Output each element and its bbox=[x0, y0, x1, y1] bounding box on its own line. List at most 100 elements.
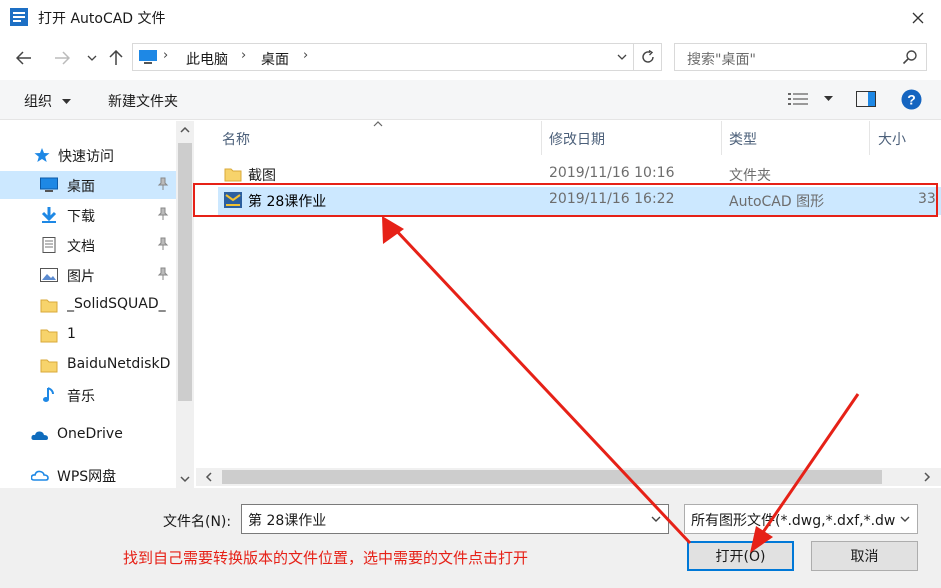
cancel-button[interactable]: 取消 bbox=[811, 541, 918, 571]
cloud-icon bbox=[31, 431, 48, 440]
column-header-size[interactable]: 大小 bbox=[878, 129, 906, 149]
preview-pane-icon bbox=[856, 91, 876, 107]
sidebar-scrollbar[interactable] bbox=[176, 121, 194, 488]
file-row-homework-28[interactable]: 第 28课作业 2019/11/16 16:22 AutoCAD 图形 33 bbox=[218, 187, 941, 215]
sidebar-item-wps-cloud[interactable]: WPS网盘 bbox=[0, 461, 176, 489]
dialog-footer: 文件名(N): 第 28课作业 所有图形文件(*.dwg,*.dxf,*.dw … bbox=[0, 488, 941, 588]
file-name: 截图 bbox=[248, 168, 276, 184]
sidebar-item-label: BaiduNetdiskD bbox=[67, 356, 171, 372]
sidebar-item-onedrive[interactable]: OneDrive bbox=[0, 421, 176, 449]
chevron-down-icon bbox=[87, 55, 97, 61]
file-size: 33 bbox=[918, 191, 936, 207]
file-list-horizontal-scrollbar[interactable] bbox=[196, 468, 941, 486]
address-bar[interactable]: › 此电脑 › 桌面 › bbox=[132, 43, 662, 71]
file-date: 2019/11/16 10:16 bbox=[549, 165, 675, 181]
svg-text:?: ? bbox=[907, 92, 916, 108]
sidebar-item-label: _SolidSQUAD_ bbox=[67, 296, 166, 312]
scroll-right-icon bbox=[924, 472, 931, 482]
star-icon bbox=[34, 148, 50, 162]
sidebar-item-downloads[interactable]: 下载 bbox=[0, 201, 176, 229]
caret-down-icon bbox=[824, 96, 834, 101]
preview-pane-button[interactable] bbox=[856, 91, 876, 111]
command-toolbar: 组织 新建文件夹 ? bbox=[0, 80, 941, 120]
recent-locations-button[interactable] bbox=[80, 46, 104, 70]
search-placeholder: 搜索"桌面" bbox=[687, 52, 756, 68]
search-input[interactable]: 搜索"桌面" bbox=[674, 43, 927, 71]
column-divider bbox=[869, 121, 870, 155]
sidebar-item-baidunetdisk[interactable]: BaiduNetdiskD bbox=[0, 351, 176, 379]
sidebar-item-solidsquad[interactable]: _SolidSQUAD_ bbox=[0, 291, 176, 319]
breadcrumb-separator: › bbox=[163, 48, 169, 63]
back-button[interactable] bbox=[12, 46, 36, 70]
arrow-right-icon bbox=[55, 51, 70, 65]
refresh-icon bbox=[642, 50, 654, 63]
sidebar-item-desktop[interactable]: 桌面 bbox=[0, 171, 176, 199]
organize-label: 组织 bbox=[24, 94, 52, 110]
sidebar-item-label: OneDrive bbox=[57, 426, 123, 442]
sidebar-item-documents[interactable]: 文档 bbox=[0, 231, 176, 259]
column-divider bbox=[541, 121, 542, 155]
cloud-icon bbox=[31, 470, 49, 481]
file-type-value: 所有图形文件(*.dwg,*.dxf,*.dw bbox=[691, 513, 896, 529]
chevron-down-icon[interactable] bbox=[648, 511, 664, 527]
autocad-app-icon bbox=[10, 8, 28, 26]
folder-icon bbox=[40, 299, 58, 313]
sidebar-item-label: WPS网盘 bbox=[57, 469, 117, 485]
sidebar-item-1[interactable]: 1 bbox=[0, 321, 176, 349]
organize-button[interactable]: 组织 bbox=[24, 91, 72, 111]
view-options-button[interactable] bbox=[788, 92, 834, 110]
arrow-up-icon bbox=[109, 50, 123, 65]
navigation-pane: 快速访问 桌面 下载 文档 图片 _SolidSQUAD_ 1 BaiduNet… bbox=[0, 121, 196, 488]
address-dropdown-button[interactable] bbox=[611, 46, 633, 68]
music-icon bbox=[43, 387, 54, 402]
up-button[interactable] bbox=[104, 46, 128, 70]
pin-icon bbox=[157, 177, 169, 190]
breadcrumb-separator: › bbox=[303, 48, 309, 63]
help-button[interactable]: ? bbox=[901, 89, 922, 114]
scroll-down-icon bbox=[180, 476, 190, 483]
file-date: 2019/11/16 16:22 bbox=[549, 191, 675, 207]
download-icon bbox=[41, 207, 57, 223]
forward-button[interactable] bbox=[50, 46, 74, 70]
sidebar-item-quick-access[interactable]: 快速访问 bbox=[0, 141, 176, 169]
computer-icon bbox=[139, 50, 157, 64]
open-button[interactable]: 打开(O) bbox=[687, 541, 794, 571]
column-header-type[interactable]: 类型 bbox=[729, 129, 757, 149]
file-row-screenshots[interactable]: 截图 2019/11/16 10:16 文件夹 bbox=[218, 161, 941, 189]
scroll-left-icon bbox=[205, 472, 212, 482]
list-view-icon bbox=[788, 93, 808, 105]
sidebar-item-pictures[interactable]: 图片 bbox=[0, 261, 176, 289]
chevron-down-icon bbox=[617, 54, 627, 60]
folder-icon bbox=[40, 329, 58, 343]
filename-label: 文件名(N): bbox=[163, 514, 232, 530]
chevron-down-icon bbox=[897, 511, 913, 527]
column-header-date[interactable]: 修改日期 bbox=[549, 129, 605, 149]
sidebar-item-label: 1 bbox=[67, 326, 76, 342]
search-icon bbox=[902, 50, 917, 65]
address-divider bbox=[633, 44, 634, 70]
scroll-up-icon bbox=[180, 126, 190, 133]
horizontal-scrollbar-thumb[interactable] bbox=[222, 470, 882, 484]
breadcrumb-this-pc[interactable]: 此电脑 bbox=[186, 49, 228, 69]
folder-icon bbox=[224, 168, 242, 182]
file-type: 文件夹 bbox=[729, 168, 771, 184]
refresh-button[interactable] bbox=[636, 46, 660, 68]
breadcrumb-desktop[interactable]: 桌面 bbox=[261, 49, 289, 69]
file-type-select[interactable]: 所有图形文件(*.dwg,*.dxf,*.dw bbox=[684, 504, 918, 534]
filename-input[interactable]: 第 28课作业 bbox=[241, 504, 669, 534]
column-header-name[interactable]: 名称 bbox=[222, 129, 250, 149]
sidebar-scrollbar-thumb[interactable] bbox=[178, 143, 192, 401]
arrow-left-icon bbox=[16, 51, 31, 65]
close-icon bbox=[912, 12, 924, 24]
sidebar-item-music[interactable]: 音乐 bbox=[0, 381, 176, 409]
column-divider bbox=[721, 121, 722, 155]
breadcrumb-separator: › bbox=[241, 48, 247, 63]
document-icon bbox=[42, 237, 56, 253]
file-list: 名称 修改日期 类型 大小 截图 2019/11/16 10:16 文件夹 第 … bbox=[196, 121, 941, 488]
sidebar-item-label: 快速访问 bbox=[58, 149, 114, 165]
close-button[interactable] bbox=[895, 0, 941, 36]
new-folder-button[interactable]: 新建文件夹 bbox=[108, 91, 178, 111]
window-title: 打开 AutoCAD 文件 bbox=[38, 11, 166, 27]
pin-icon bbox=[157, 237, 169, 250]
sort-ascending-icon bbox=[373, 121, 383, 127]
